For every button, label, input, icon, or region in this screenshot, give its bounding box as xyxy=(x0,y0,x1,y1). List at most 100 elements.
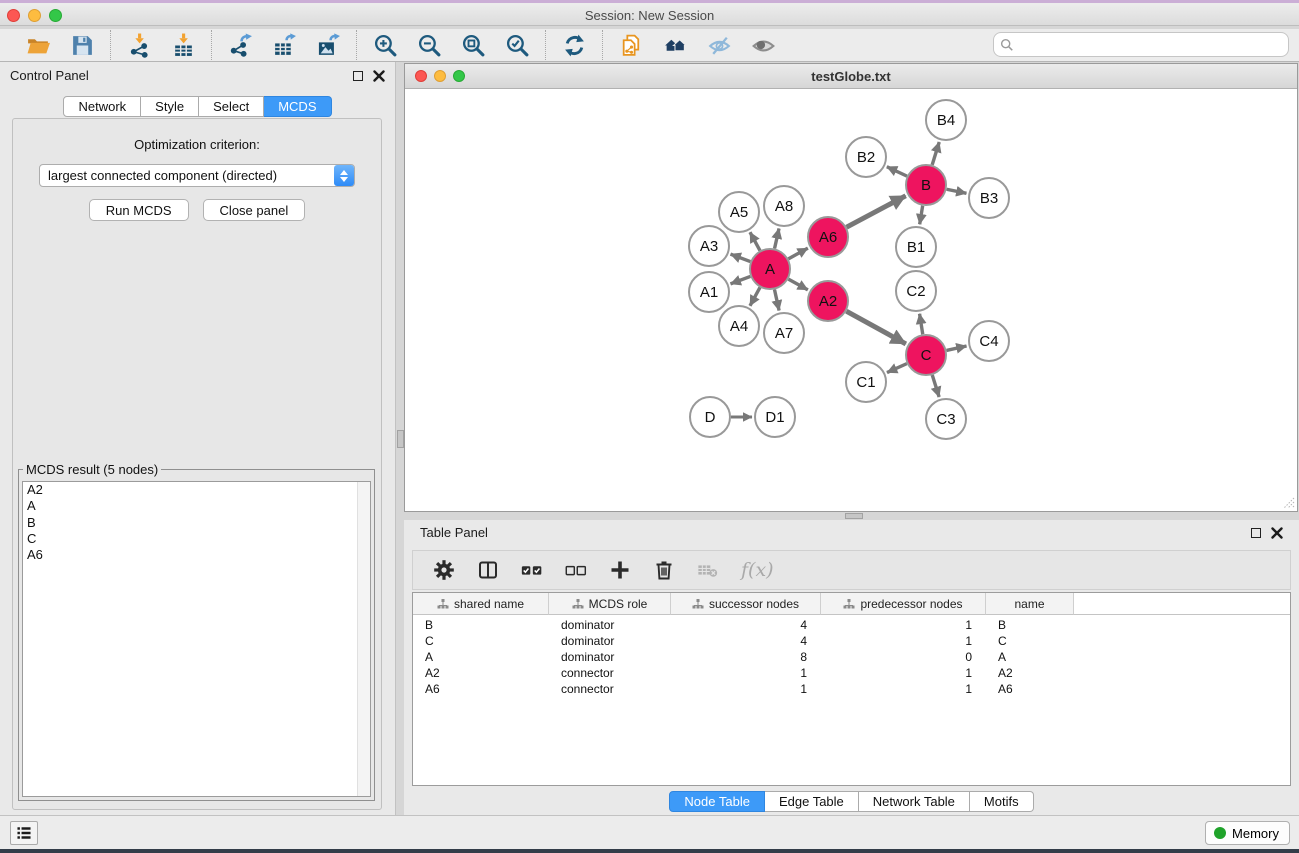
node-table[interactable]: shared nameMCDS rolesuccessor nodesprede… xyxy=(412,592,1291,786)
graph-edge-A-A2[interactable] xyxy=(788,279,807,290)
home-layouts-button[interactable] xyxy=(661,32,689,58)
column-header-successor-nodes[interactable]: successor nodes xyxy=(671,593,821,615)
zoom-in-button[interactable] xyxy=(371,32,399,58)
tab-network[interactable]: Network xyxy=(63,96,141,117)
tab-style[interactable]: Style xyxy=(141,96,199,117)
graph-edge-A-A5[interactable] xyxy=(750,232,760,250)
memory-button[interactable]: Memory xyxy=(1205,821,1290,845)
export-network-button[interactable] xyxy=(226,32,254,58)
graph-edge-B-B3[interactable] xyxy=(947,189,967,193)
open-file-button[interactable] xyxy=(24,32,52,58)
show-column-button[interactable] xyxy=(477,559,499,581)
import-network-button[interactable] xyxy=(125,32,153,58)
import-network-icon xyxy=(127,33,152,58)
table-row[interactable]: A6connector11A6 xyxy=(413,681,1290,697)
import-table-icon xyxy=(171,33,196,58)
table-row[interactable]: Adominator80A xyxy=(413,649,1290,665)
graph-edge-B-B4[interactable] xyxy=(932,142,939,165)
graph-edge-A6-B[interactable] xyxy=(847,196,906,227)
run-mcds-button[interactable]: Run MCDS xyxy=(89,199,189,221)
import-table-button[interactable] xyxy=(169,32,197,58)
mcds-result-item[interactable]: B xyxy=(23,515,370,531)
graph-edge-C-C3[interactable] xyxy=(932,375,939,397)
table-row[interactable]: Bdominator41B xyxy=(413,617,1290,633)
zoom-in-icon xyxy=(373,33,398,58)
save-session-button[interactable] xyxy=(68,32,96,58)
tab-mcds[interactable]: MCDS xyxy=(264,96,331,117)
graph-edge-A-A4[interactable] xyxy=(750,287,760,305)
optimization-criterion-label: Optimization criterion: xyxy=(13,137,381,152)
column-header-name[interactable]: name xyxy=(986,593,1074,615)
network-view-window: testGlobe.txt B4B2BB3A8A5A6A3B1AA1C2A2A4… xyxy=(404,63,1298,512)
delete-table-button[interactable] xyxy=(697,559,719,581)
graph-edge-C-C2[interactable] xyxy=(920,314,923,335)
network-window-titlebar[interactable]: testGlobe.txt xyxy=(405,64,1297,89)
close-table-panel-icon[interactable] xyxy=(1271,527,1283,539)
mcds-result-item[interactable]: A2 xyxy=(23,482,370,498)
table-settings-button[interactable] xyxy=(433,559,455,581)
graph-edge-A-A1[interactable] xyxy=(731,276,751,283)
vertical-split-handle[interactable] xyxy=(397,430,404,448)
clone-network-button[interactable] xyxy=(617,32,645,58)
columns-icon xyxy=(477,559,499,581)
tab-network-table[interactable]: Network Table xyxy=(859,791,970,812)
tab-motifs[interactable]: Motifs xyxy=(970,791,1034,812)
horizontal-split-handle[interactable] xyxy=(845,513,863,519)
select-all-columns-button[interactable] xyxy=(521,559,543,581)
delete-column-button[interactable] xyxy=(653,559,675,581)
mcds-result-list[interactable]: A2ABCA6 xyxy=(22,481,371,797)
close-panel-button[interactable]: Close panel xyxy=(203,199,306,221)
graph-node-label: A xyxy=(765,261,775,278)
graph-edge-A-A8[interactable] xyxy=(775,228,779,248)
zoom-selected-button[interactable] xyxy=(503,32,531,58)
graph-edge-A-A7[interactable] xyxy=(774,290,779,311)
float-table-panel-icon[interactable] xyxy=(1251,528,1261,538)
graph-edge-A-A3[interactable] xyxy=(731,254,751,261)
create-column-button[interactable] xyxy=(609,559,631,581)
search-icon xyxy=(1000,38,1014,52)
resize-grip-icon[interactable] xyxy=(1281,495,1295,509)
zoom-out-button[interactable] xyxy=(415,32,443,58)
gear-icon xyxy=(433,559,455,581)
column-header-MCDS-role[interactable]: MCDS role xyxy=(549,593,671,615)
table-row[interactable]: Cdominator41C xyxy=(413,633,1290,649)
tab-select[interactable]: Select xyxy=(199,96,264,117)
graph-edge-A2-C[interactable] xyxy=(846,311,905,344)
global-search[interactable] xyxy=(993,32,1289,57)
show-graphics-details-button[interactable] xyxy=(749,32,777,58)
export-table-button[interactable] xyxy=(270,32,298,58)
column-header-predecessor-nodes[interactable]: predecessor nodes xyxy=(821,593,986,615)
optimization-criterion-dropdown[interactable]: largest connected component (directed) xyxy=(39,164,355,187)
zoom-selected-icon xyxy=(505,33,530,58)
control-panel: Control Panel NetworkStyleSelectMCDS Opt… xyxy=(0,62,396,815)
network-canvas[interactable]: B4B2BB3A8A5A6A3B1AA1C2A2A4A7CC4C1C3DD1 xyxy=(405,89,1297,511)
function-builder-button[interactable]: f(x) xyxy=(741,559,774,581)
table-panel-title: Table Panel xyxy=(420,525,488,540)
graph-node-label: B1 xyxy=(907,239,925,256)
mcds-result-item[interactable]: A xyxy=(23,498,370,514)
mcds-result-item[interactable]: A6 xyxy=(23,547,370,563)
graph-edge-A-A6[interactable] xyxy=(788,248,807,259)
unselect-all-columns-button[interactable] xyxy=(565,559,587,581)
float-panel-icon[interactable] xyxy=(353,71,363,81)
column-header-shared-name[interactable]: shared name xyxy=(413,593,549,615)
tab-node-table[interactable]: Node Table xyxy=(669,791,765,812)
export-image-button[interactable] xyxy=(314,32,342,58)
result-list-scrollbar[interactable] xyxy=(357,482,370,796)
graph-edge-C-C4[interactable] xyxy=(946,346,966,350)
hide-selected-button[interactable] xyxy=(705,32,733,58)
mcds-result-item[interactable]: C xyxy=(23,531,370,547)
search-input[interactable] xyxy=(1018,38,1282,52)
zoom-fit-button[interactable] xyxy=(459,32,487,58)
task-history-button[interactable] xyxy=(10,821,38,845)
graph-edge-B-B2[interactable] xyxy=(887,167,907,176)
graph-edge-B-B1[interactable] xyxy=(920,206,923,225)
apply-layout-button[interactable] xyxy=(560,32,588,58)
table-cell: dominator xyxy=(549,634,671,648)
close-panel-icon[interactable] xyxy=(373,70,385,82)
tab-edge-table[interactable]: Edge Table xyxy=(765,791,859,812)
graph-node-label: C xyxy=(921,347,932,364)
graph-edge-C-C1[interactable] xyxy=(887,364,907,373)
graph-node-label: A2 xyxy=(819,293,837,310)
table-row[interactable]: A2connector11A2 xyxy=(413,665,1290,681)
